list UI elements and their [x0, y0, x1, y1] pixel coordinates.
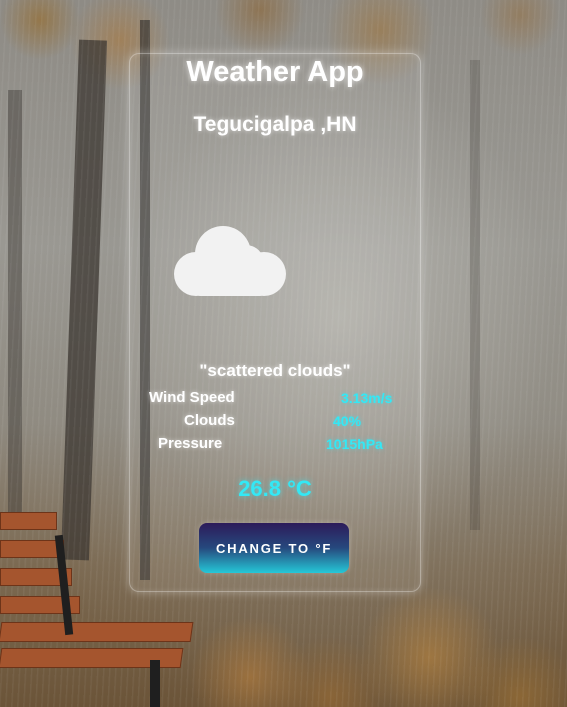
background-tree-trunk: [470, 60, 480, 530]
app-title: Weather App: [186, 56, 364, 88]
pressure-value: 1015hPa: [326, 436, 383, 452]
city-name: Tegucigalpa ,HN: [193, 113, 357, 136]
cloud-icon: [174, 226, 286, 296]
background-scene: Weather App Tegucigalpa ,HN "scattered c…: [0, 0, 567, 707]
temperature-readout: 26.8 °C: [238, 476, 312, 501]
pressure-label: Pressure: [158, 435, 223, 452]
background-tree-trunk: [60, 39, 108, 561]
wind-speed-label: Wind Speed: [149, 389, 235, 406]
clouds-value: 40%: [333, 413, 362, 429]
wind-speed-value: 3.13m/s: [341, 390, 393, 406]
change-unit-button[interactable]: CHANGE TO °F: [199, 523, 349, 573]
clouds-label: Clouds: [184, 412, 235, 429]
weather-card: Weather App Tegucigalpa ,HN "scattered c…: [129, 53, 421, 592]
background-tree-trunk: [8, 90, 22, 530]
weather-description: "scattered clouds": [199, 361, 351, 380]
